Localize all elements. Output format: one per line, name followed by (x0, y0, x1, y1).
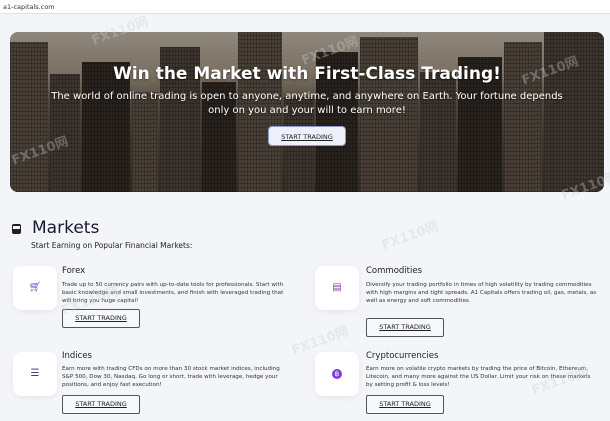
wallet-icon (12, 224, 21, 234)
commodities-description: Diversify your trading portfolio in time… (366, 282, 597, 304)
indices-description: Earn more with trading CFDs on more than… (62, 366, 280, 388)
indices-start-trading-button[interactable]: START TRADING (62, 395, 140, 414)
markets-subtitle: Start Earning on Popular Financial Marke… (31, 241, 193, 250)
indices-title: Indices (62, 351, 92, 361)
indices-card-icon: ☰ (13, 352, 57, 396)
bitcoin-icon: ฿ (332, 369, 342, 379)
hero-start-trading-button[interactable]: START TRADING (268, 126, 346, 146)
commodities-start-trading-button[interactable]: START TRADING (366, 318, 444, 337)
watermark: FX110网 (379, 219, 441, 254)
crypto-card-icon: ฿ (315, 352, 359, 396)
commodities-title: Commodities (366, 266, 423, 276)
hero-banner: Win the Market with First-Class Trading!… (10, 32, 604, 192)
hero-text: The world of online trading is open to a… (51, 91, 563, 116)
forex-start-trading-button[interactable]: START TRADING (62, 309, 140, 328)
crypto-description: Earn more on volatile crypto markets by … (366, 366, 591, 388)
shopping-cart-icon: 🛒︎ (28, 282, 42, 293)
hero-title: Win the Market with First-Class Trading! (113, 64, 501, 84)
forex-description: Trade up to 50 currency pairs with up-to… (62, 282, 284, 304)
list-icon: ☰ (30, 368, 40, 379)
box-icon: ▤ (332, 282, 342, 293)
commodities-card-icon: ▤ (315, 266, 359, 310)
crypto-start-trading-button[interactable]: START TRADING (366, 395, 444, 414)
address-bar[interactable]: a1-capitals.com (0, 0, 610, 14)
markets-title: Markets (32, 218, 100, 238)
crypto-title: Cryptocurrencies (366, 351, 439, 361)
forex-card-icon: 🛒︎ (13, 266, 57, 310)
forex-title: Forex (62, 266, 86, 276)
